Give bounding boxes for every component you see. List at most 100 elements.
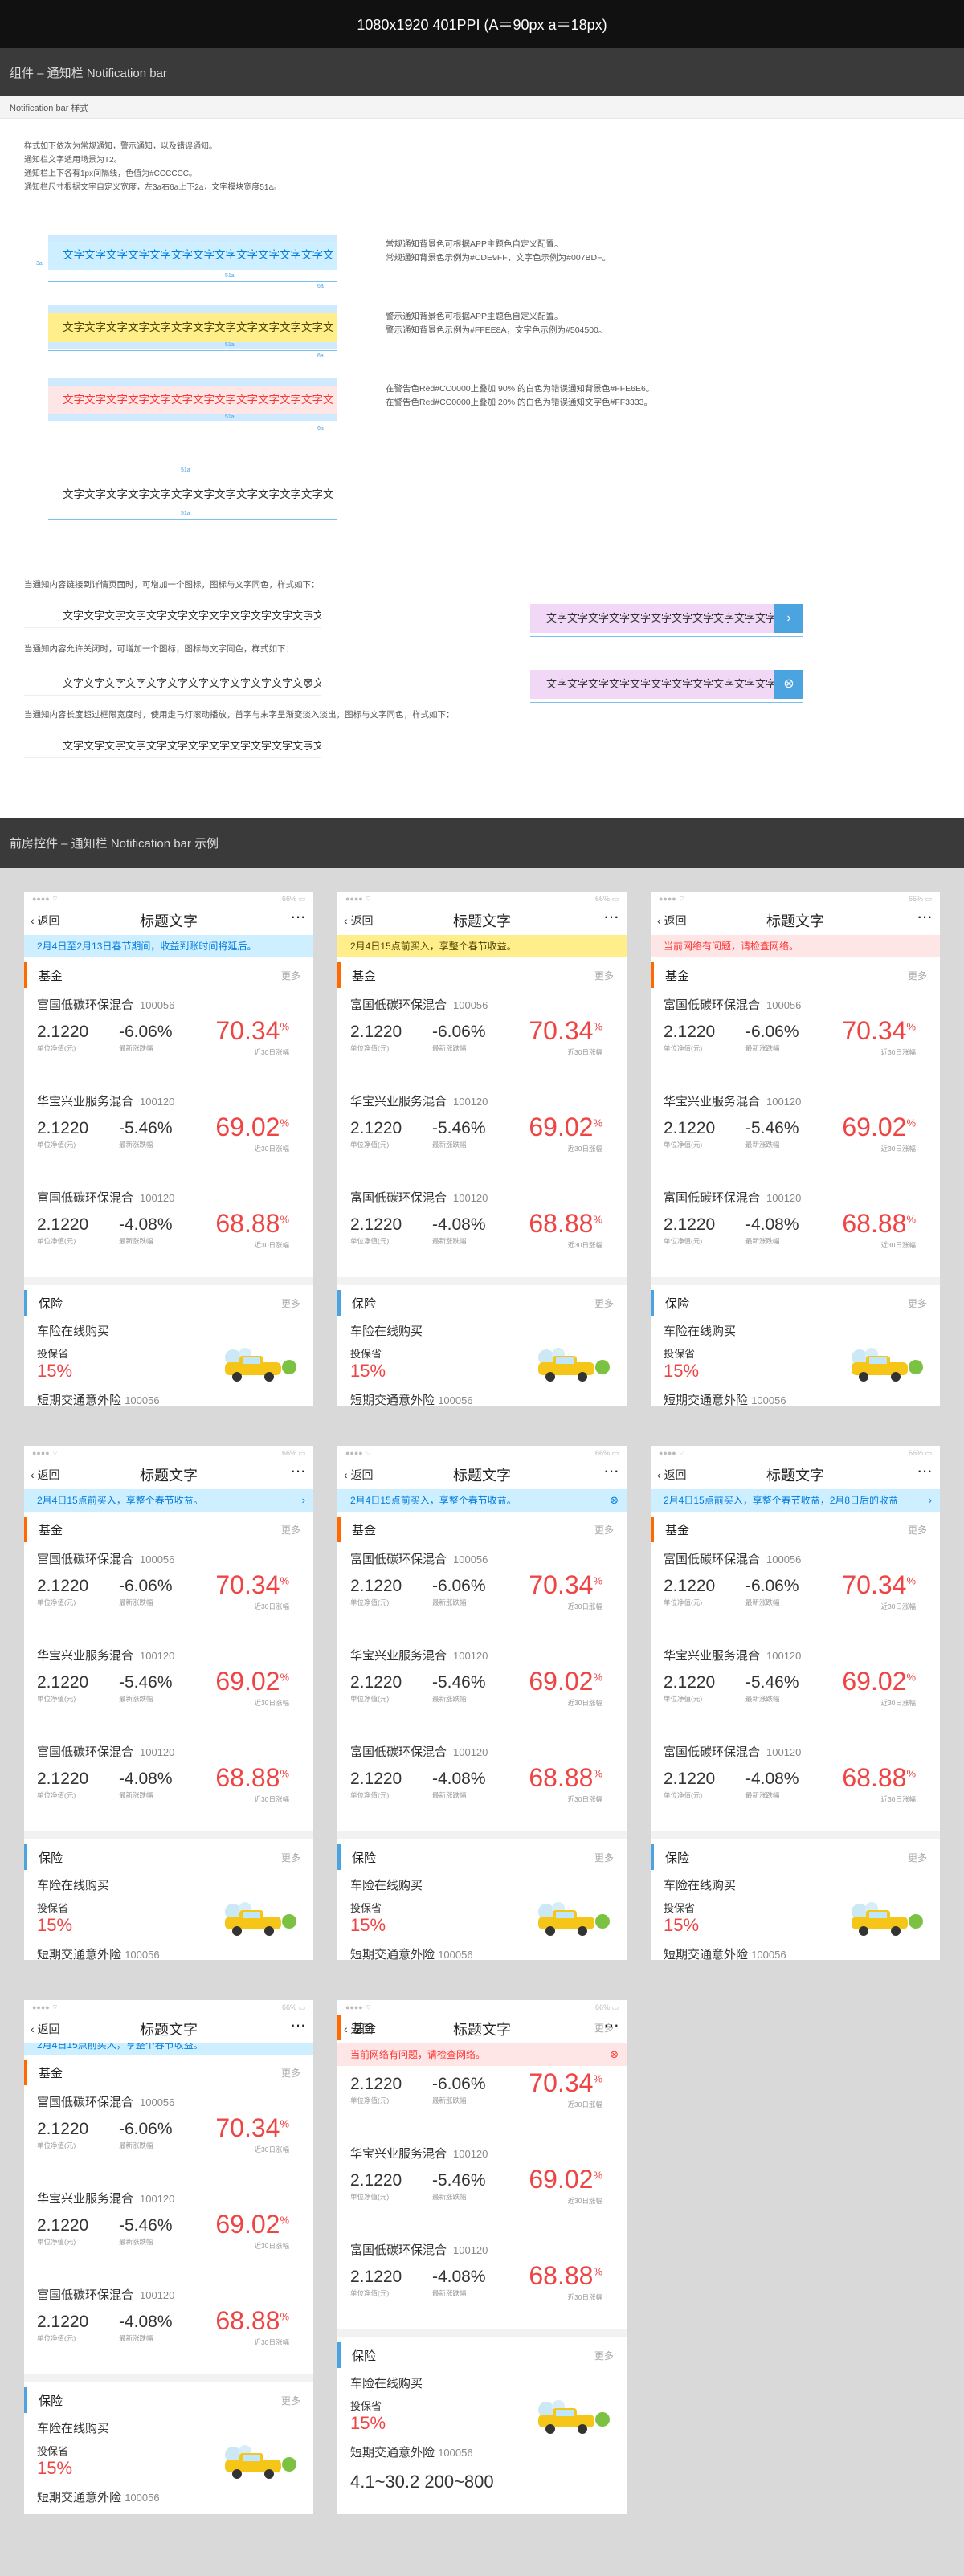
fund-item[interactable]: 富国低碳环保混合 100120 2.1220 单位净值(元) -4.08% 最新涨跌幅… (24, 1735, 313, 1831)
insurance-item-2[interactable]: 短期交通意外险 100056 4.1~30.2 200~800 (337, 1385, 627, 1406)
fund-name: 富国低碳环保混合 (350, 1745, 447, 1759)
insurance-item-2[interactable]: 短期交通意外险 100056 4.1~30.2 200~800 (24, 1385, 313, 1406)
fund-item[interactable]: 华宝兴业服务混合 100120 2.1220 单位净值(元) -5.46% 最新涨跌幅… (337, 1639, 627, 1735)
back-button[interactable]: ‹ 返回 (657, 1467, 687, 1483)
divider (337, 1277, 627, 1285)
more-link[interactable]: 更多 (281, 1851, 300, 1864)
more-link[interactable]: 更多 (594, 1851, 614, 1864)
more-link[interactable]: 更多 (594, 969, 614, 982)
insurance-item-2[interactable]: 短期交通意外险 100056 4.1~30.2 200~800 (651, 1939, 940, 1960)
fund-item[interactable]: 华宝兴业服务混合 100120 2.1220 单位净值(元) -5.46% 最新涨跌幅… (337, 1084, 627, 1181)
more-link[interactable]: 更多 (594, 1296, 614, 1310)
fund-item[interactable]: 富国低碳环保混合 100120 2.1220 单位净值(元) -4.08% 最新涨跌幅… (337, 2233, 627, 2329)
more-link[interactable]: 更多 (281, 1523, 300, 1537)
insurance-item-2[interactable]: 短期交通意外险 100056 4.1~30.2 200~800 (337, 1939, 627, 1960)
fund-item[interactable]: 华宝兴业服务混合 100120 2.1220 单位净值(元) -5.46% 最新涨跌幅… (651, 1084, 940, 1181)
chevron-right-icon[interactable]: › (309, 604, 313, 627)
change-label: 最新涨跌幅 (432, 1044, 467, 1052)
fund-item[interactable]: 富国低碳环保混合 100056 2.1220 单位净值(元) -6.06% 最新涨跌幅… (24, 2085, 313, 2182)
more-icon[interactable]: ··· (603, 2015, 619, 2035)
fund-code: 100120 (766, 1746, 802, 1758)
insurance-item[interactable]: 车险在线购买 投保省 15% (24, 1870, 313, 1939)
nav-label: 单位净值(元) (664, 1237, 703, 1245)
more-link[interactable]: 更多 (594, 1523, 614, 1537)
more-icon[interactable]: ··· (917, 1460, 933, 1481)
back-button[interactable]: ‹ 返回 (344, 912, 374, 929)
back-button[interactable]: ‹ 返回 (31, 1467, 60, 1483)
fund-item[interactable]: 富国低碳环保混合 100120 2.1220 单位净值(元) -4.08% 最新涨跌幅… (337, 1181, 627, 1277)
insurance-item[interactable]: 车险在线购买 投保省 15% (337, 2368, 627, 2437)
more-link[interactable]: 更多 (908, 1523, 927, 1537)
more-link[interactable]: 更多 (281, 2066, 300, 2080)
notification-bar[interactable]: 2月4日15点前买入，享整个春节收益。 ⊗ (337, 1489, 627, 1512)
demo-bar-link[interactable]: 文字文字文字文字文字文字文字文字文字文字文字文字文 › (24, 604, 321, 628)
fund-item[interactable]: 华宝兴业服务混合 100120 2.1220 单位净值(元) -5.46% 最新涨跌幅… (337, 2137, 627, 2233)
more-icon[interactable]: ··· (603, 1460, 619, 1481)
more-link[interactable]: 更多 (281, 1296, 300, 1310)
more-icon[interactable]: ··· (917, 906, 933, 927)
fund-item[interactable]: 富国低碳环保混合 100120 2.1220 单位净值(元) -4.08% 最新涨跌幅… (337, 1735, 627, 1831)
demo-bar-marquee[interactable]: 文字文字文字文字文字文字文字文字文字文字文字文字文 › (24, 734, 321, 758)
fund-item[interactable]: 富国低碳环保混合 100056 2.1220 单位净值(元) -6.06% 最新涨跌幅… (651, 1542, 940, 1639)
insurance-item[interactable]: 车险在线购买 投保省 15% (651, 1316, 940, 1385)
notification-bar[interactable]: 当前网络有问题，请检查网络。 (651, 935, 940, 957)
back-button[interactable]: ‹ 返回 (344, 1467, 374, 1483)
fund-item[interactable]: 富国低碳环保混合 100056 2.1220 单位净值(元) -6.06% 最新涨跌幅… (24, 1542, 313, 1639)
close-circle-icon[interactable]: ⊗ (303, 672, 313, 695)
insurance-item-2[interactable]: 短期交通意外险 100056 4.1~30.2 200~800 (24, 2482, 313, 2514)
section-label: 保险 (39, 2394, 63, 2408)
more-icon[interactable]: ··· (290, 2015, 306, 2035)
fund-item[interactable]: 华宝兴业服务混合 100120 2.1220 单位净值(元) -5.46% 最新涨跌幅… (651, 1639, 940, 1735)
fund-item[interactable]: 华宝兴业服务混合 100120 2.1220 单位净值(元) -5.46% 最新涨跌幅… (24, 1084, 313, 1181)
car-illustration-icon (225, 2445, 296, 2479)
return-label: 近30日涨幅 (567, 1145, 602, 1153)
fund-item[interactable]: 富国低碳环保混合 100056 2.1220 单位净值(元) -6.06% 最新涨跌幅… (651, 988, 940, 1084)
notification-bar[interactable]: 2月4日15点前买入，享整个春节收益，2月8日后的收益 › (651, 1489, 940, 1512)
chevron-right-icon[interactable]: › (309, 734, 313, 757)
fund-item[interactable]: 富国低碳环保混合 100056 2.1220 单位净值(元) -6.06% 最新涨跌幅… (24, 988, 313, 1084)
notification-bar[interactable]: 2月4日15点前买入，享整个春节收益。 (337, 935, 627, 957)
fund-item[interactable]: 富国低碳环保混合 100120 2.1220 单位净值(元) -4.08% 最新涨跌幅… (24, 2278, 313, 2374)
more-link[interactable]: 更多 (281, 2394, 300, 2407)
fund-item[interactable]: 富国低碳环保混合 100056 2.1220 单位净值(元) -6.06% 最新涨跌幅… (337, 988, 627, 1084)
back-label: 返回 (37, 914, 60, 927)
back-button[interactable]: ‹ 返回 (31, 2021, 60, 2037)
insurance-item[interactable]: 车险在线购买 投保省 15% (24, 2413, 313, 2482)
fund-item[interactable]: 富国低碳环保混合 100120 2.1220 单位净值(元) -4.08% 最新涨跌幅… (651, 1735, 940, 1831)
fund-item[interactable]: 华宝兴业服务混合 100120 2.1220 单位净值(元) -5.46% 最新涨跌幅… (24, 2182, 313, 2278)
notification-bar[interactable]: 2月4日15点前买入，享整个春节收益。 (24, 2043, 313, 2055)
insurance-item[interactable]: 车险在线购买 投保省 15% (337, 1316, 627, 1385)
more-link[interactable]: 更多 (281, 969, 300, 982)
close-circle-icon[interactable]: ⊗ (610, 1489, 619, 1512)
section-header-insurance: 保险 更多 (651, 1290, 940, 1316)
more-link[interactable]: 更多 (594, 2349, 614, 2362)
back-button[interactable]: ‹ 返回 (31, 912, 60, 929)
demo-bar-close[interactable]: 文字文字文字文字文字文字文字文字文字文字文字文字文 ⊗ (24, 672, 321, 696)
more-link[interactable]: 更多 (908, 1851, 927, 1864)
more-link[interactable]: 更多 (908, 969, 927, 982)
insurance-item-2[interactable]: 短期交通意外险 100056 4.1~30.2 200~800 (651, 1385, 940, 1406)
insurance-item[interactable]: 车险在线购买 投保省 15% (24, 1316, 313, 1385)
fund-item[interactable]: 华宝兴业服务混合 100120 2.1220 单位净值(元) -5.46% 最新涨跌幅… (24, 1639, 313, 1735)
fund-item[interactable]: 富国低碳环保混合 100120 2.1220 单位净值(元) -4.08% 最新涨跌幅… (651, 1181, 940, 1277)
notification-bar[interactable]: 2月4日至2月13日春节期间，收益到账时间将延后。 (24, 935, 313, 957)
chevron-right-icon[interactable]: › (302, 1489, 305, 1512)
notification-bar[interactable]: 2月4日15点前买入，享整个春节收益。 › (24, 1489, 313, 1512)
spec-note-red: 在警告色Red#CC0000上叠加 90% 的白色为错误通知背景色#FFE6E6… (386, 382, 654, 410)
spec-note-blue: 常规通知背景色可根据APP主题色自定义配置。 常规通知背景色示例为#CDE9FF，… (386, 238, 611, 265)
more-link[interactable]: 更多 (908, 1296, 927, 1310)
back-button[interactable]: ‹ 返回 (657, 912, 687, 929)
fund-item[interactable]: 富国低碳环保混合 100056 2.1220 单位净值(元) -6.06% 最新涨跌幅… (337, 1542, 627, 1639)
insurance-item-2[interactable]: 短期交通意外险 100056 4.1~30.2 200~800 (24, 1939, 313, 1960)
back-button[interactable]: ‹ 返回 (344, 2021, 374, 2037)
fund-item[interactable]: 富国低碳环保混合 100120 2.1220 单位净值(元) -4.08% 最新涨跌幅… (24, 1181, 313, 1277)
notification-bar[interactable]: 当前网络有问题，请检查网络。 ⊗ (337, 2043, 627, 2066)
more-icon[interactable]: ··· (290, 1460, 306, 1481)
more-icon[interactable]: ··· (290, 906, 306, 927)
close-circle-icon[interactable]: ⊗ (610, 2043, 619, 2066)
insurance-item-2[interactable]: 短期交通意外险 100056 4.1~30.2 200~800 (337, 2437, 627, 2499)
more-icon[interactable]: ··· (603, 906, 619, 927)
insurance-item[interactable]: 车险在线购买 投保省 15% (337, 1870, 627, 1939)
chevron-right-icon[interactable]: › (929, 1489, 932, 1512)
insurance-item[interactable]: 车险在线购买 投保省 15% (651, 1870, 940, 1939)
